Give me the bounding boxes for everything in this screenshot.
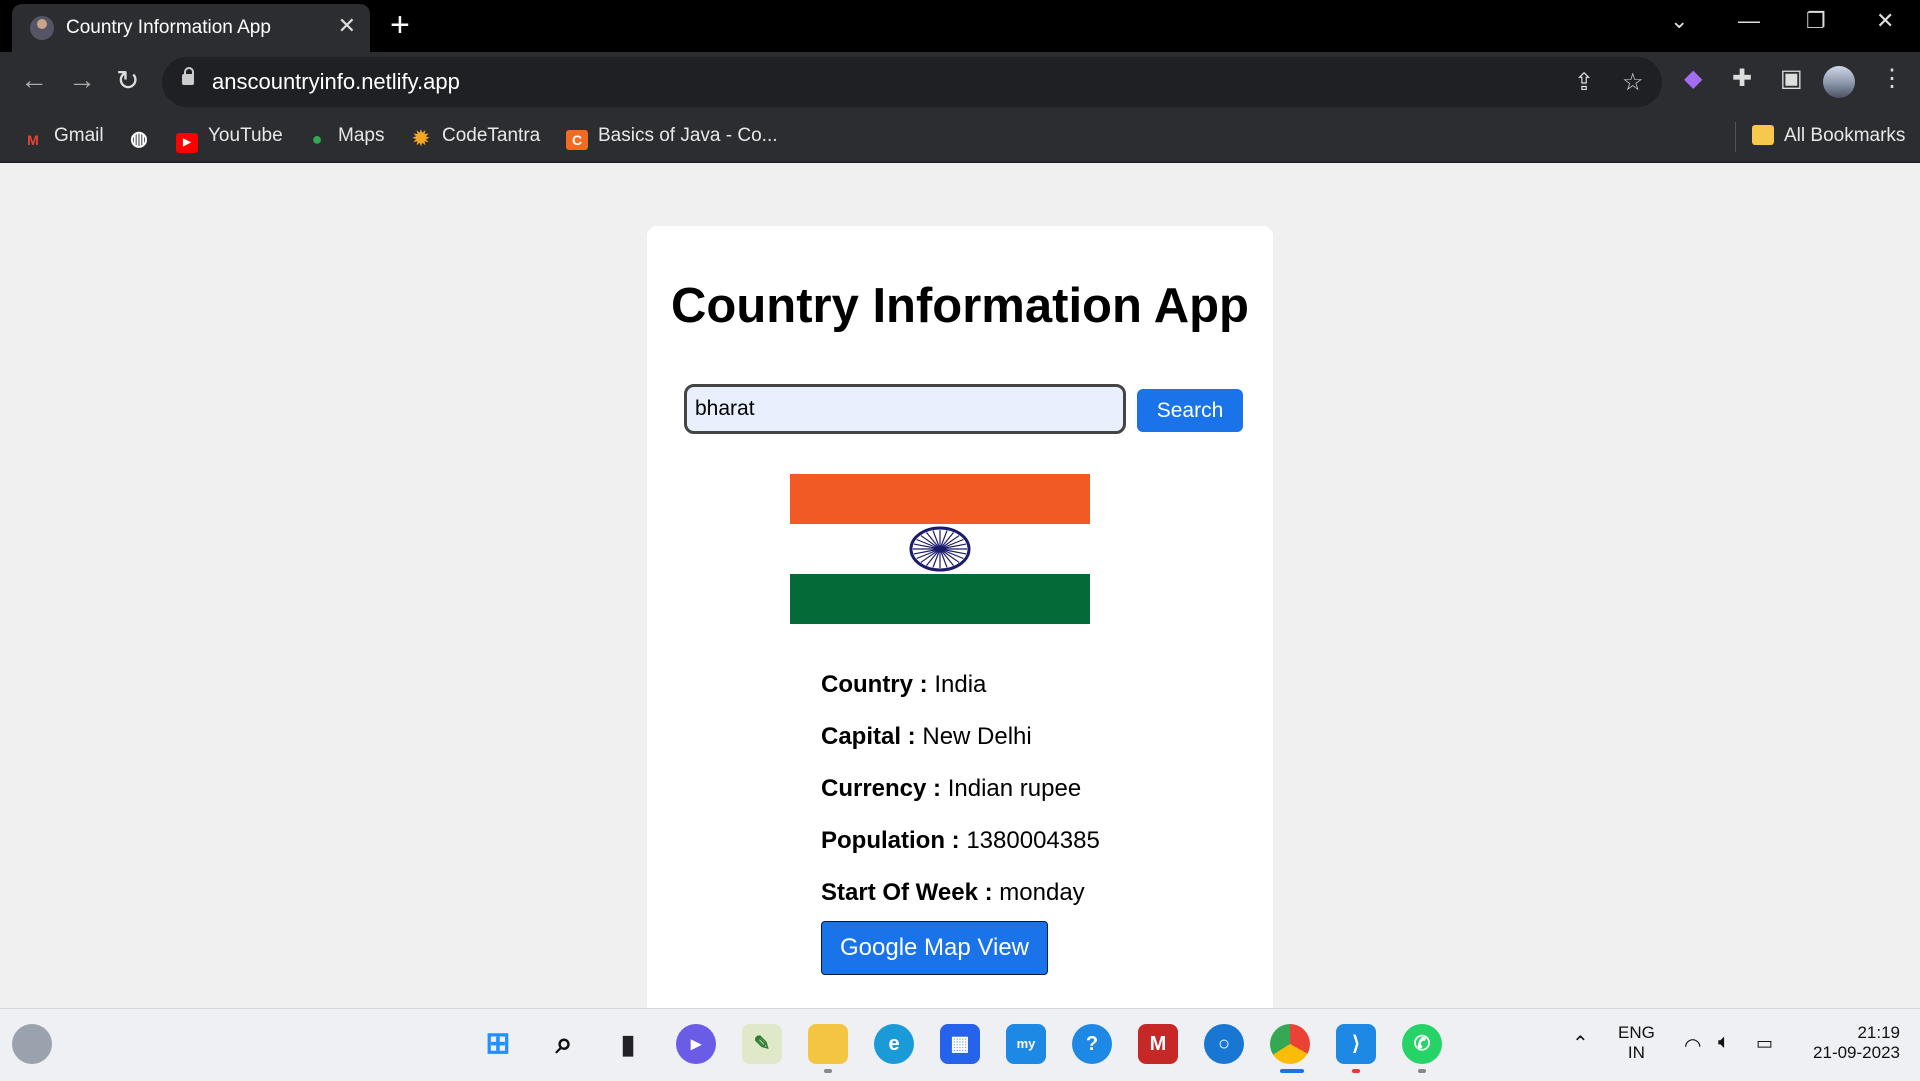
bookmark-globe[interactable]: ◍ [128,125,160,149]
info-population-value: 1380004385 [966,827,1100,854]
lock-icon[interactable] [182,67,194,85]
whatsapp-running-indicator [1418,1069,1426,1073]
whatsapp-icon[interactable]: ✆ [1402,1024,1442,1064]
vscode-icon[interactable]: ⟩ [1336,1024,1376,1064]
search-button[interactable]: Search [1137,389,1243,432]
file-explorer-icon[interactable] [808,1024,848,1064]
page-viewport: Country Information App Search Country :… [0,163,1920,1008]
country-flag-image [790,474,1090,624]
vscode-running-indicator [1352,1069,1360,1073]
info-country-value: India [934,671,987,698]
info-currency-label: Currency : [821,775,942,802]
clock[interactable]: 21:19 21-09-2023 [1800,1023,1900,1063]
maps-icon: ● [311,129,323,149]
flag-bottom-band [790,574,1090,624]
codetantra-icon: ✹ [412,128,430,150]
bookmark-basics-of-java[interactable]: C Basics of Java - Co... [566,125,778,150]
cortana-icon[interactable]: ○ [1204,1024,1244,1064]
codechef-icon: C [566,130,588,150]
info-start-of-week-value: monday [999,879,1085,906]
info-capital-value: New Delhi [922,723,1032,750]
browser-tab-active[interactable]: Country Information App ✕ [12,4,370,52]
back-icon[interactable]: ← [20,64,48,96]
browser-toolbar: ← → ↻ anscountryinfo.netlify.app ⇪ ☆ ◆ ✚… [0,52,1920,112]
extensions-puzzle-icon[interactable]: ✚ [1732,64,1752,93]
wifi-icon[interactable]: ◠ [1684,1033,1701,1058]
reload-icon[interactable]: ↻ [116,64,139,97]
weather-widget-icon[interactable] [12,1024,52,1064]
info-start-of-week: Start Of Week : monday [821,879,1085,907]
start-button-icon[interactable]: ⊞ [478,1024,518,1064]
bookmark-gmail[interactable]: M Gmail [22,125,103,150]
folder-icon [1752,125,1774,145]
language-secondary: IN [1627,1043,1645,1062]
youtube-icon: ▶ [176,133,198,153]
tab-favicon-icon [30,16,54,40]
info-capital-label: Capital : [821,723,916,750]
info-country-label: Country : [821,671,928,698]
edge-icon[interactable]: e [874,1024,914,1064]
share-icon[interactable]: ⇪ [1574,68,1594,97]
flag-top-band [790,474,1090,524]
window-close-icon[interactable]: ✕ [1876,8,1894,34]
clock-date: 21-09-2023 [1813,1043,1900,1062]
forward-icon[interactable]: → [68,64,96,96]
chrome-icon[interactable] [1270,1024,1310,1064]
language-indicator[interactable]: ENG IN [1618,1023,1655,1063]
new-tab-button[interactable]: + [390,6,410,45]
tab-search-icon[interactable]: ⌄ [1670,8,1688,34]
side-panel-icon[interactable]: ▣ [1780,64,1803,93]
url-text[interactable]: anscountryinfo.netlify.app [212,69,460,95]
bookmark-codetantra[interactable]: ✹ CodeTantra [410,125,541,150]
notepad-app-icon[interactable]: ✎ [742,1024,782,1064]
address-bar[interactable]: anscountryinfo.netlify.app ⇪ ☆ [162,57,1662,107]
file-explorer-running-indicator [824,1069,832,1073]
country-search-input[interactable] [684,384,1126,434]
page-title: Country Information App [671,279,1249,333]
info-country: Country : India [821,671,986,699]
info-currency: Currency : Indian rupee [821,775,1081,803]
bookmarks-bar: M Gmail ◍ ▶ YouTube ● Maps ✹ CodeTantra C Bas… [0,112,1920,163]
search-icon[interactable]: ⌕ [544,1024,584,1064]
all-bookmarks-folder[interactable]: All Bookmarks [1752,125,1905,147]
info-population: Population : 1380004385 [821,827,1100,855]
tab-close-icon[interactable]: ✕ [338,13,356,39]
globe-icon: ◍ [130,128,148,150]
bookmark-youtube[interactable]: ▶ YouTube [176,125,283,153]
gmail-icon: M [27,132,39,148]
google-map-view-button[interactable]: Google Map View [821,921,1048,975]
menu-kebab-icon[interactable]: ⋮ [1880,64,1904,93]
bookmarks-divider [1735,122,1736,152]
windows-taskbar: ⊞ ⌕ ▮ ▸ ✎ e ▦ my ? M ○ ⟩ ✆ ⌃ ENG IN ◠ 🔈︎… [0,1008,1920,1081]
task-view-icon[interactable]: ▮ [608,1024,648,1064]
clock-time: 21:19 [1857,1023,1900,1042]
restore-icon[interactable]: ❐ [1806,8,1826,34]
minimize-icon[interactable]: — [1738,8,1760,34]
mcafee-icon[interactable]: M [1138,1024,1178,1064]
teams-chat-icon[interactable]: ▸ [676,1024,716,1064]
profile-avatar[interactable] [1823,66,1855,98]
tab-title: Country Information App [66,17,271,38]
show-hidden-icons-chevron-icon[interactable]: ⌃ [1572,1031,1589,1056]
app-card: Country Information App Search Country :… [647,226,1273,1008]
extension-icon[interactable]: ◆ [1684,64,1702,93]
bookmark-star-icon[interactable]: ☆ [1622,68,1644,97]
store-icon[interactable]: ▦ [940,1024,980,1064]
language-primary: ENG [1618,1023,1655,1042]
get-help-icon[interactable]: ? [1072,1024,1112,1064]
info-start-of-week-label: Start Of Week : [821,879,993,906]
battery-icon[interactable]: ▭ [1756,1033,1773,1054]
chrome-active-indicator [1280,1069,1304,1073]
tab-strip: Country Information App ✕ + ⌄ — ❐ ✕ [0,0,1920,52]
volume-icon[interactable]: 🔈︎ [1718,1031,1730,1054]
info-currency-value: Indian rupee [947,775,1082,802]
myhp-icon[interactable]: my [1006,1024,1046,1064]
info-capital: Capital : New Delhi [821,723,1032,751]
bookmark-maps[interactable]: ● Maps [306,125,385,149]
info-population-label: Population : [821,827,960,854]
ashoka-chakra-icon [909,526,971,572]
